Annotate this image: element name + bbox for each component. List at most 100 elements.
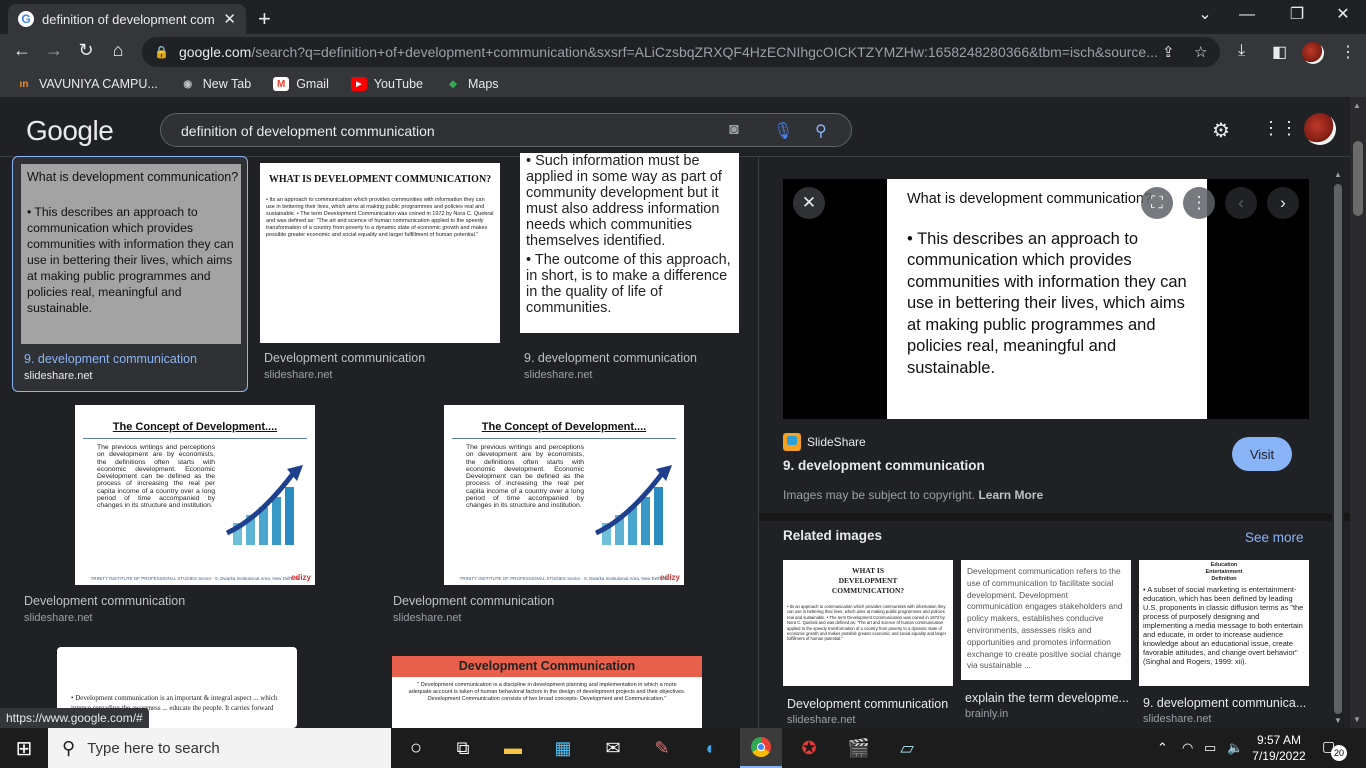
related-image-1[interactable]: WHAT IS DEVELOPMENT COMMUNICATION? • Its… xyxy=(783,560,953,686)
preview-image-frame[interactable]: What is development communication? • Thi… xyxy=(783,179,1309,419)
next-arrow-icon[interactable]: › xyxy=(1267,187,1299,219)
window-close-icon[interactable]: ✕ xyxy=(1320,4,1366,24)
notes-icon[interactable]: ▱ xyxy=(890,734,924,762)
minimize-icon[interactable]: — xyxy=(1224,6,1270,24)
google-logo[interactable]: Google xyxy=(26,115,114,147)
result-thumbnail[interactable]: The Concept of Development.... The previ… xyxy=(75,405,315,585)
download-icon[interactable]: ⤓ xyxy=(1238,42,1245,60)
result-source[interactable]: slideshare.net xyxy=(24,612,93,624)
previous-arrow-icon[interactable]: ‹ xyxy=(1225,187,1257,219)
page-scrollbar-thumb[interactable] xyxy=(1353,141,1363,216)
search-box[interactable]: definition of development communication … xyxy=(160,113,852,147)
related-image-2[interactable]: Development communication refers to the … xyxy=(961,560,1131,680)
reload-icon[interactable]: ↻ xyxy=(74,40,98,61)
related-title[interactable]: Development communication xyxy=(787,697,957,711)
clock[interactable]: 9:57 AM 7/19/2022 xyxy=(1250,732,1308,764)
task-view-icon[interactable]: ⧉ xyxy=(446,734,480,762)
chrome-taskbar-icon[interactable] xyxy=(740,728,782,768)
battery-icon[interactable]: ▭ xyxy=(1204,740,1216,756)
source-site[interactable]: SlideShare xyxy=(783,433,866,451)
related-source[interactable]: brainly.in xyxy=(965,708,1008,720)
image-result-7[interactable]: Development Communication " Development … xyxy=(392,656,702,728)
restore-icon[interactable]: ❐ xyxy=(1274,4,1320,24)
related-title[interactable]: 9. development communica... xyxy=(1143,696,1307,710)
result-thumbnail[interactable]: What is development communication? • Thi… xyxy=(21,164,241,344)
more-options-icon[interactable]: ⋮ xyxy=(1183,187,1215,219)
forward-arrow-icon[interactable]: → xyxy=(42,40,66,61)
result-source[interactable]: slideshare.net xyxy=(264,369,333,381)
image-result-4[interactable]: The Concept of Development.... The previ… xyxy=(20,398,370,630)
result-source[interactable]: slideshare.net xyxy=(24,370,93,382)
bookmark-youtube[interactable]: ▶ YouTube xyxy=(350,77,423,91)
wifi-icon[interactable]: ◠ xyxy=(1182,740,1193,756)
image-result-3[interactable]: • Such information must be applied in so… xyxy=(516,153,746,392)
preview-title[interactable]: 9. development communication xyxy=(783,458,985,473)
tray-chevron-icon[interactable]: ⌃ xyxy=(1157,740,1168,756)
edge-icon[interactable]: ◐ xyxy=(694,734,728,762)
panel-scrollbar[interactable]: ▲ ▼ xyxy=(1332,170,1344,726)
result-thumbnail[interactable]: • Such information must be applied in so… xyxy=(520,153,739,333)
browser-tab[interactable]: G definition of development comm ✕ xyxy=(8,4,246,34)
result-title[interactable]: 9. development communication xyxy=(24,352,197,366)
result-thumbnail[interactable]: The Concept of Development.... The previ… xyxy=(444,405,684,585)
bookmark-star-icon[interactable]: ☆ xyxy=(1194,43,1207,61)
cortana-icon[interactable]: ○ xyxy=(399,734,433,762)
profile-avatar[interactable] xyxy=(1302,42,1324,64)
gmail-icon: M xyxy=(273,77,290,91)
result-source[interactable]: slideshare.net xyxy=(393,612,462,624)
slide-text: • The outcome of this approach, in short… xyxy=(526,252,731,316)
settings-gear-icon[interactable]: ⚙ xyxy=(1212,118,1230,143)
result-source[interactable]: slideshare.net xyxy=(524,369,593,381)
share-icon[interactable]: ⇪ xyxy=(1162,43,1175,61)
address-bar[interactable]: 🔒 google.com /search?q=definition+of+dev… xyxy=(142,37,1220,67)
mail-icon[interactable]: ✉ xyxy=(596,734,630,762)
related-source[interactable]: slideshare.net xyxy=(787,714,856,726)
notification-icon[interactable]: ▢ 20 xyxy=(1322,738,1347,761)
tab-search-chevron-icon[interactable]: ⌄ xyxy=(1182,4,1228,24)
result-title[interactable]: Development communication xyxy=(264,351,425,365)
image-result-2[interactable]: WHAT IS DEVELOPMENT COMMUNICATION? • Its… xyxy=(258,156,506,392)
visit-button[interactable]: Visit xyxy=(1232,437,1292,471)
result-thumbnail[interactable]: WHAT IS DEVELOPMENT COMMUNICATION? • Its… xyxy=(260,163,500,343)
image-result-5[interactable]: The Concept of Development.... The previ… xyxy=(389,398,739,630)
app-red-icon[interactable]: ✪ xyxy=(792,734,826,762)
windows-start-icon[interactable]: ⊞ xyxy=(7,734,41,762)
bookmark-vavuniya[interactable]: ın VAVUNIYA CAMPU... xyxy=(16,77,158,91)
image-result-1[interactable]: What is development communication? • Thi… xyxy=(12,156,248,392)
see-more-link[interactable]: See more xyxy=(1245,530,1304,545)
search-icon[interactable]: ⚲ xyxy=(815,121,827,141)
tab-close-icon[interactable]: ✕ xyxy=(223,10,236,28)
page-scrollbar[interactable]: ▲ ▼ xyxy=(1350,97,1366,728)
result-title[interactable]: Development communication xyxy=(393,594,554,608)
close-panel-icon[interactable]: ✕ xyxy=(793,187,825,219)
related-image-3[interactable]: Education Entertainment Definition • A s… xyxy=(1139,560,1309,686)
result-title[interactable]: Development communication xyxy=(24,594,185,608)
lens-search-icon[interactable]: ⛶ xyxy=(1141,187,1173,219)
volume-icon[interactable]: 🔈 xyxy=(1227,740,1243,756)
taskbar-search[interactable]: ⚲ Type here to search xyxy=(48,728,391,768)
panel-scrollbar-thumb[interactable] xyxy=(1334,184,1342,714)
bookmark-gmail[interactable]: M Gmail xyxy=(273,77,329,91)
bookmark-new-tab[interactable]: ◉ New Tab xyxy=(180,77,251,91)
google-account-avatar[interactable] xyxy=(1304,113,1336,145)
globe-icon: ◉ xyxy=(183,78,193,90)
side-panel-icon[interactable]: ◧ xyxy=(1272,42,1287,62)
growth-chart-icon xyxy=(225,465,303,545)
home-icon[interactable]: ⌂ xyxy=(106,40,130,61)
paint-icon[interactable]: ✎ xyxy=(645,734,679,762)
result-title[interactable]: 9. development communication xyxy=(524,351,697,365)
search-input[interactable]: definition of development communication xyxy=(181,123,435,139)
bookmark-maps[interactable]: ◆ Maps xyxy=(445,77,498,91)
related-title[interactable]: explain the term developme... xyxy=(965,691,1129,705)
new-tab-button[interactable]: + xyxy=(258,6,271,32)
related-source[interactable]: slideshare.net xyxy=(1143,713,1212,725)
chrome-menu-icon[interactable]: ⋮ xyxy=(1340,42,1356,62)
google-header: Google definition of development communi… xyxy=(0,97,1350,157)
file-explorer-icon[interactable]: ▬ xyxy=(496,734,530,762)
microsoft-store-icon[interactable]: ▦ xyxy=(546,734,580,762)
learn-more-link[interactable]: Learn More xyxy=(978,488,1043,502)
video-editor-icon[interactable]: 🎬 xyxy=(842,734,876,762)
camera-icon[interactable]: ◙ xyxy=(729,121,739,139)
microphone-icon[interactable]: 🎙 xyxy=(773,121,793,141)
back-arrow-icon[interactable]: ← xyxy=(10,40,34,61)
